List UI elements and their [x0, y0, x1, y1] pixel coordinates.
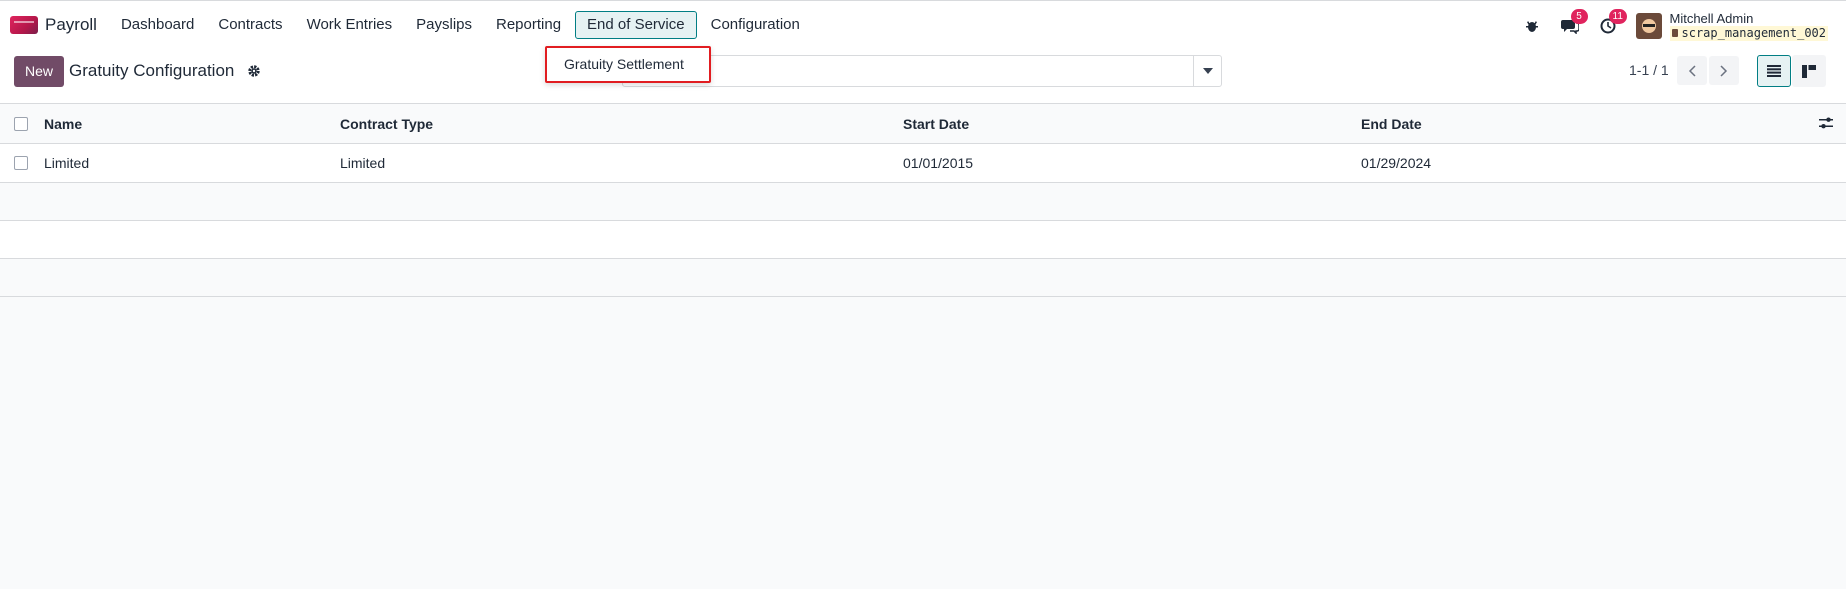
- bug-icon[interactable]: [1522, 16, 1542, 36]
- search-options-toggle[interactable]: [1193, 56, 1221, 86]
- search-input[interactable]: [622, 55, 1222, 87]
- column-header-contract-type[interactable]: Contract Type: [340, 104, 433, 143]
- gear-icon[interactable]: [247, 64, 261, 81]
- chevron-right-icon[interactable]: [1709, 56, 1739, 85]
- new-button[interactable]: New: [14, 56, 64, 87]
- database-icon: [1671, 29, 1678, 37]
- list-table: Name Contract Type Start Date End Date L…: [0, 104, 1846, 297]
- menu-item-payslips[interactable]: Payslips: [404, 11, 484, 39]
- page-title: Gratuity Configuration: [69, 61, 235, 80]
- clock-icon[interactable]: 11: [1598, 8, 1627, 36]
- menu-item-dashboard[interactable]: Dashboard: [109, 11, 206, 39]
- menu-item-configuration[interactable]: Configuration: [699, 11, 812, 39]
- column-header-name[interactable]: Name: [44, 104, 82, 143]
- empty-row: [0, 221, 1846, 259]
- app-name: Payroll: [45, 15, 97, 34]
- table-row[interactable]: Limited Limited 01/01/2015 01/29/2024: [0, 144, 1846, 183]
- user-menu[interactable]: Mitchell Admin scrap_management_002: [1669, 10, 1828, 41]
- select-all-checkbox[interactable]: [14, 116, 28, 131]
- control-panel: New Gratuity Configuration 1-1 / 1: [0, 49, 1846, 104]
- menu-item-work-entries[interactable]: Work Entries: [295, 11, 405, 39]
- cell-name: Limited: [44, 155, 90, 171]
- column-header-start-date[interactable]: Start Date: [903, 104, 969, 143]
- row-checkbox[interactable]: [14, 156, 28, 170]
- database-label: scrap_management_002: [1681, 25, 1827, 40]
- menu-item-contracts[interactable]: Contracts: [206, 11, 294, 39]
- avatar[interactable]: [1635, 12, 1662, 39]
- brand[interactable]: Payroll: [10, 1, 97, 49]
- top-navbar: Payroll Dashboard Contracts Work Entries…: [0, 0, 1846, 49]
- database-name: scrap_management_002: [1669, 25, 1828, 41]
- cell-contract-type: Limited: [340, 155, 386, 171]
- kanban-view-icon[interactable]: [1792, 55, 1826, 87]
- column-header-end-date[interactable]: End Date: [1361, 104, 1422, 143]
- table-header: Name Contract Type Start Date End Date: [0, 104, 1846, 144]
- cell-end-date: 01/29/2024: [1361, 155, 1432, 171]
- menu-item-gratuity-settlement[interactable]: Gratuity Settlement: [564, 56, 684, 72]
- main-menu: Dashboard Contracts Work Entries Payslip…: [109, 1, 812, 49]
- cell-start-date: 01/01/2015: [903, 155, 974, 171]
- systray: 5 11 Mitchell Admin scrap_management_002: [1522, 1, 1846, 50]
- column-options-icon[interactable]: [1819, 116, 1833, 133]
- empty-row: [0, 183, 1846, 221]
- list-view-icon[interactable]: [1757, 55, 1791, 87]
- chat-icon[interactable]: 5: [1560, 8, 1588, 36]
- empty-row: [0, 259, 1846, 297]
- chevron-left-icon[interactable]: [1677, 56, 1707, 85]
- menu-item-reporting[interactable]: Reporting: [484, 11, 573, 39]
- caret-down-icon: [1202, 68, 1213, 74]
- menu-item-end-of-service[interactable]: End of Service: [575, 11, 697, 39]
- end-of-service-dropdown: Gratuity Settlement: [545, 46, 711, 83]
- user-name: Mitchell Admin: [1669, 10, 1754, 26]
- activities-badge: 11: [1608, 8, 1627, 24]
- messages-badge: 5: [1570, 8, 1588, 24]
- payroll-app-icon: [10, 16, 38, 34]
- pager-value[interactable]: 1-1 / 1: [1629, 62, 1669, 78]
